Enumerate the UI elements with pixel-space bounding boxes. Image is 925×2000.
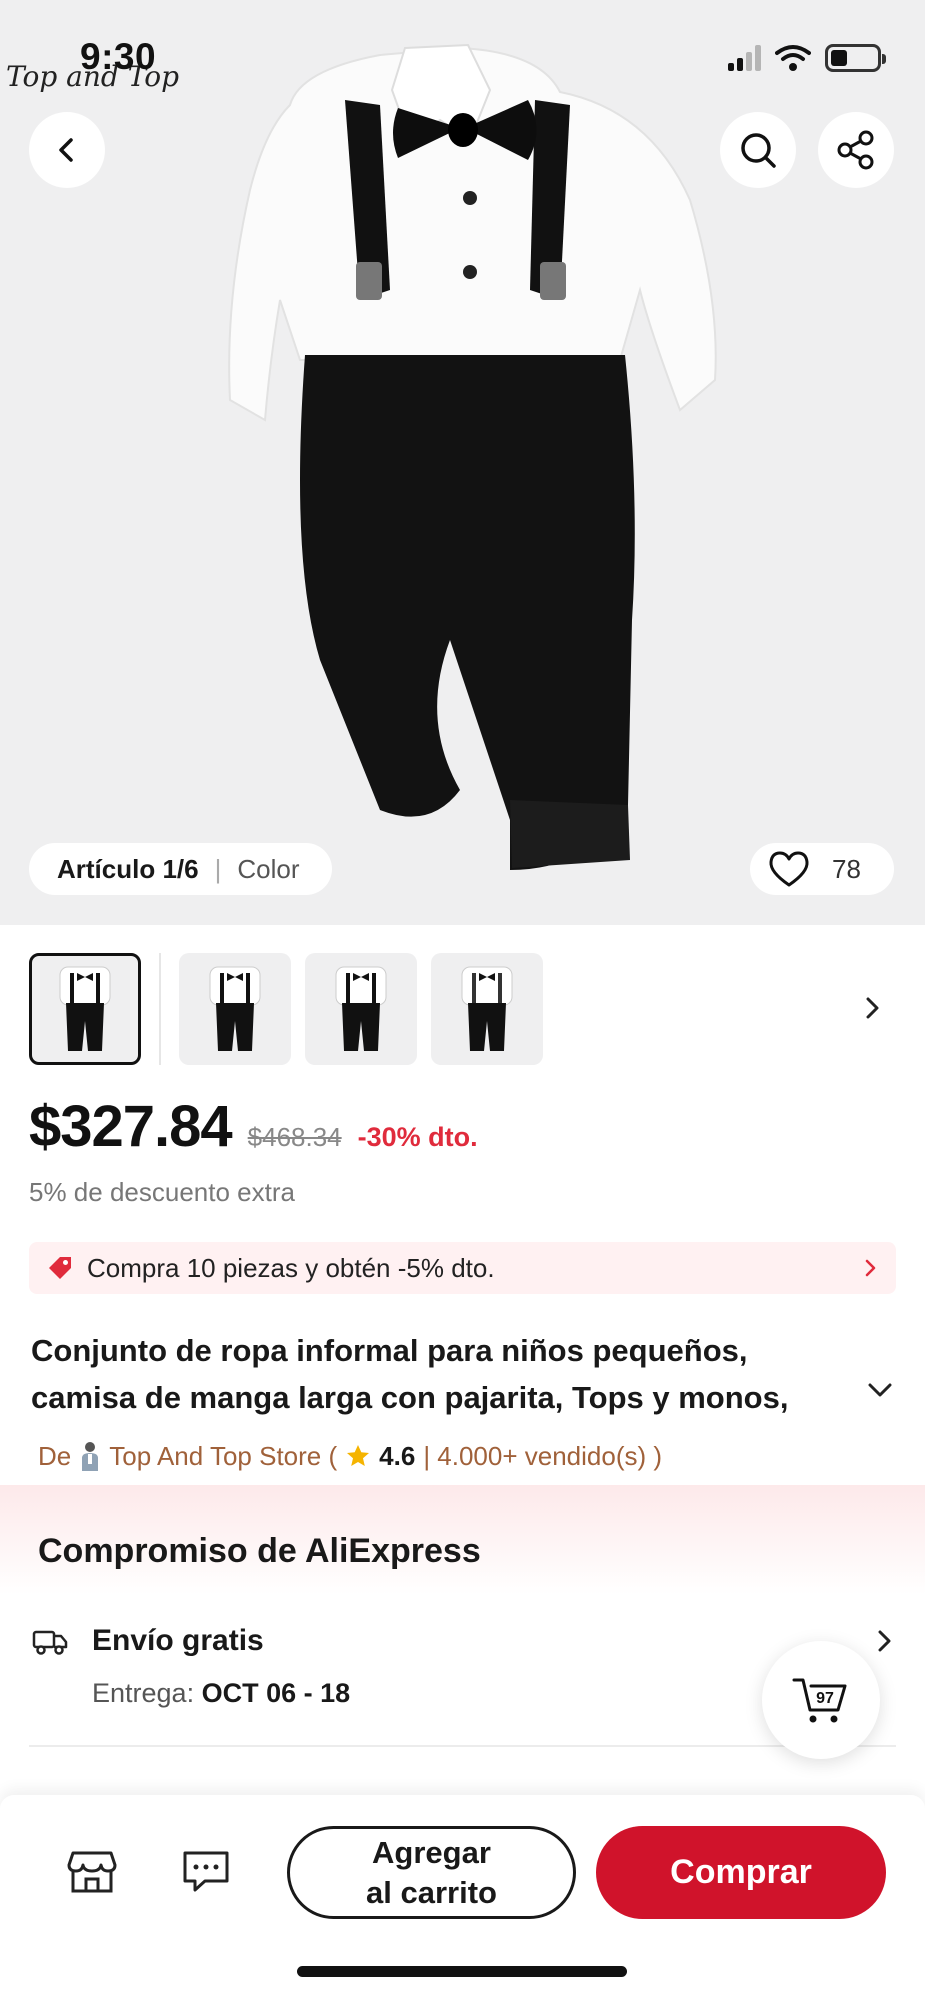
chevron-right-icon bbox=[878, 1630, 891, 1652]
shipping-row-icon bbox=[32, 1626, 68, 1661]
thumbnail-image bbox=[59, 966, 111, 1051]
signal-icon bbox=[728, 45, 761, 71]
store-prefix: De bbox=[38, 1440, 72, 1471]
thumbnail-strip bbox=[29, 953, 543, 1065]
store-rating: 4.6 bbox=[379, 1440, 416, 1471]
product-title[interactable]: Conjunto de ropa informal para niños peq… bbox=[31, 1327, 861, 1421]
back-button[interactable] bbox=[29, 112, 105, 188]
expand-title-button[interactable] bbox=[866, 1380, 894, 1405]
back-arrow-icon bbox=[59, 138, 73, 162]
status-icons bbox=[728, 44, 886, 72]
store-sold-count: | 4.000+ vendido(s) ) bbox=[423, 1440, 663, 1471]
image-counter-text: Artículo 1/6 bbox=[57, 853, 199, 884]
product-title-line-1: Conjunto de ropa informal para niños peq… bbox=[31, 1333, 748, 1368]
home-indicator bbox=[297, 1966, 627, 1977]
thumbnails-next-button[interactable] bbox=[862, 995, 882, 1026]
status-time: 9:30 bbox=[80, 36, 157, 77]
image-counter[interactable]: Artículo 1/6 | Color bbox=[29, 843, 332, 895]
discount-badge: -30% dto. bbox=[357, 1122, 478, 1152]
status-bar: Top and Top 9:30 bbox=[0, 0, 925, 110]
promo-text: Compra 10 piezas y obtén -5% dto. bbox=[87, 1252, 495, 1283]
price-row: $327.84 $468.34 -30% dto. bbox=[29, 1093, 478, 1160]
thumbnail-3[interactable] bbox=[305, 953, 417, 1065]
store-icon bbox=[67, 1851, 117, 1893]
buy-now-button[interactable]: Comprar bbox=[596, 1826, 886, 1919]
shipping-details-button[interactable] bbox=[874, 1628, 894, 1659]
delivery-label: Entrega: bbox=[92, 1678, 195, 1708]
battery-icon bbox=[825, 44, 886, 72]
free-shipping-label[interactable]: Envío gratis bbox=[92, 1624, 264, 1658]
bulk-promo-banner[interactable]: Compra 10 piezas y obtén -5% dto. bbox=[29, 1242, 896, 1294]
wifi-icon bbox=[775, 45, 811, 71]
cart-count: 97 bbox=[816, 1690, 834, 1707]
section-divider bbox=[29, 1745, 896, 1747]
chevron-down-icon bbox=[868, 1383, 892, 1397]
search-button[interactable] bbox=[720, 112, 796, 188]
counter-separator: | bbox=[214, 853, 222, 884]
add-to-cart-line-1: Agregar bbox=[372, 1834, 491, 1870]
store-button[interactable] bbox=[62, 1842, 122, 1902]
search-icon bbox=[741, 133, 776, 168]
chat-button[interactable] bbox=[176, 1842, 236, 1902]
chevron-right-icon bbox=[865, 1259, 876, 1277]
share-button[interactable] bbox=[818, 112, 894, 188]
thumbnail-4[interactable] bbox=[431, 953, 543, 1065]
wishlist-button[interactable]: 78 bbox=[750, 843, 894, 895]
tag-icon bbox=[49, 1257, 71, 1279]
thumbnail-2[interactable] bbox=[179, 953, 291, 1065]
delivery-dates: OCT 06 - 18 bbox=[201, 1678, 351, 1708]
delivery-estimate: Entrega: OCT 06 - 18 bbox=[92, 1678, 350, 1709]
thumbnail-divider bbox=[159, 953, 161, 1065]
store-link[interactable]: De Top And Top Store ( 4.6 | 4.000+ vend… bbox=[38, 1440, 662, 1472]
product-title-line-2: camisa de manga larga con pajarita, Tops… bbox=[31, 1380, 789, 1415]
add-to-cart-label: Agregar al carrito bbox=[366, 1833, 497, 1913]
color-variant-label: Color bbox=[237, 853, 300, 884]
cart-icon: 97 bbox=[792, 1678, 847, 1723]
thumbnail-image bbox=[461, 966, 513, 1051]
store-avatar-icon bbox=[82, 1442, 99, 1471]
chevron-right-icon bbox=[866, 997, 879, 1019]
thumbnail-image bbox=[335, 966, 387, 1051]
add-to-cart-button[interactable]: Agregar al carrito bbox=[287, 1826, 576, 1919]
wishlist-count: 78 bbox=[832, 853, 861, 884]
original-price: $468.34 bbox=[247, 1122, 342, 1152]
thumbnail-image bbox=[209, 966, 261, 1051]
store-name: Top And Top Store ( bbox=[109, 1440, 338, 1471]
commitment-title: Compromiso de AliExpress bbox=[38, 1532, 481, 1570]
current-price: $327.84 bbox=[29, 1094, 233, 1159]
add-to-cart-line-2: al carrito bbox=[366, 1874, 497, 1910]
share-icon bbox=[837, 130, 874, 170]
thumbnail-1[interactable] bbox=[29, 953, 141, 1065]
star-icon bbox=[347, 1445, 370, 1466]
cart-button[interactable]: 97 bbox=[762, 1641, 880, 1759]
chat-icon bbox=[183, 1851, 229, 1892]
truck-icon bbox=[32, 1630, 68, 1655]
extra-discount-text: 5% de descuento extra bbox=[29, 1177, 295, 1207]
heart-icon bbox=[769, 851, 809, 887]
